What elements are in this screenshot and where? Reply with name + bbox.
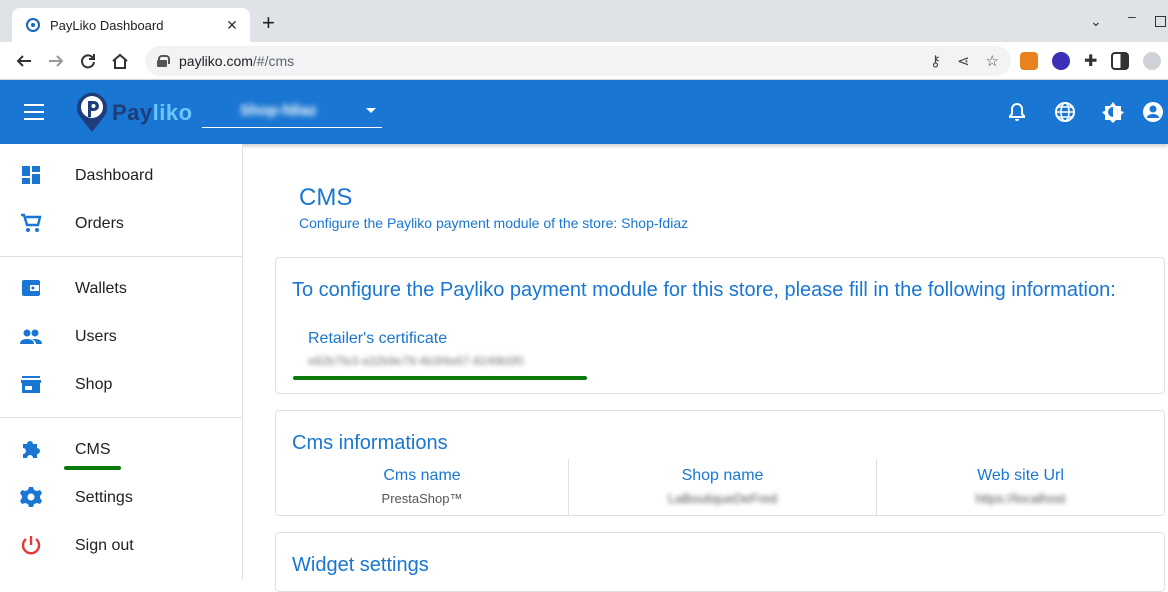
info-column-shop-name: Shop name LaBoutiqueDeFred xyxy=(569,459,876,515)
store-icon xyxy=(21,376,41,393)
profile-icon[interactable] xyxy=(1143,52,1162,70)
back-icon[interactable] xyxy=(12,49,36,73)
lock-icon xyxy=(157,55,170,67)
info-column-header: Cms name xyxy=(383,467,461,484)
favicon-icon xyxy=(26,18,40,32)
url-text: payliko.com/#/cms xyxy=(179,53,295,69)
home-icon[interactable] xyxy=(108,49,132,73)
sidebar-divider xyxy=(0,256,242,257)
widget-settings-card: Widget settings xyxy=(275,532,1165,592)
main-content: CMS Configure the Payliko payment module… xyxy=(243,144,1168,592)
certificate-underline-marker xyxy=(293,376,587,380)
sidebar-item-label: Shop xyxy=(75,376,113,393)
sidebar: Dashboard Orders Wallets Users Shop CMS … xyxy=(0,144,243,580)
sidebar-item-dashboard[interactable]: Dashboard xyxy=(0,152,242,200)
forward-icon[interactable] xyxy=(44,49,68,73)
window-minimize-icon[interactable]: – xyxy=(1128,8,1136,24)
sidebar-item-shop[interactable]: Shop xyxy=(0,361,242,409)
sidebar-item-label: CMS xyxy=(75,441,111,458)
caret-down-icon xyxy=(366,108,376,113)
bell-icon[interactable] xyxy=(1006,101,1028,123)
sidebar-item-orders[interactable]: Orders xyxy=(0,200,242,248)
info-column-cms-name: Cms name PrestaShop™ xyxy=(276,459,568,515)
metamask-extension-icon[interactable] xyxy=(1020,52,1038,70)
info-column-value: LaBoutiqueDeFred xyxy=(667,491,778,506)
dashboard-icon xyxy=(22,166,40,184)
sidebar-item-users[interactable]: Users xyxy=(0,313,242,361)
account-icon[interactable] xyxy=(1142,101,1164,123)
sidebar-item-sign-out[interactable]: Sign out xyxy=(0,522,242,570)
certificate-label: Retailer's certificate xyxy=(308,330,448,347)
info-column-header: Shop name xyxy=(681,467,764,484)
certificate-field[interactable]: e82b7fe3-a32b9e79-4b3f4e67-8249b5f0 xyxy=(308,354,524,368)
users-icon xyxy=(20,329,42,344)
globe-icon[interactable] xyxy=(1054,101,1076,123)
cms-info-title: Cms informations xyxy=(292,432,448,454)
page-subtitle: Configure the Payliko payment module of … xyxy=(299,215,689,231)
sidepanel-icon[interactable] xyxy=(1111,52,1130,70)
gear-icon xyxy=(20,487,42,507)
reload-icon[interactable] xyxy=(76,49,100,73)
info-column-website-url: Web site Url https://localhost xyxy=(877,459,1164,515)
tab-search-chevron-icon[interactable]: ⌄ xyxy=(1090,13,1102,30)
info-column-value: https://localhost xyxy=(975,491,1066,506)
config-card-title: To configure the Payliko payment module … xyxy=(292,279,1116,301)
wallet-icon xyxy=(22,280,40,296)
puzzle-icon xyxy=(23,441,40,458)
window-maximize-icon[interactable] xyxy=(1155,16,1166,27)
tab-title: PayLiko Dashboard xyxy=(50,17,164,33)
sidebar-divider xyxy=(0,417,242,418)
browser-tabstrip: PayLiko Dashboard ✕ + ⌄ – xyxy=(0,0,1168,42)
menu-icon[interactable] xyxy=(24,104,44,120)
sidebar-item-label: Sign out xyxy=(75,537,134,554)
sidebar-item-label: Dashboard xyxy=(75,167,154,184)
info-column-value: PrestaShop™ xyxy=(381,491,463,506)
key-icon[interactable]: ⚷ xyxy=(930,52,941,70)
power-icon xyxy=(21,536,41,555)
puzzle-extensions-icon[interactable]: ✚ xyxy=(1084,51,1097,71)
cms-info-card: Cms informations Cms name PrestaShop™ Sh… xyxy=(275,410,1165,516)
payliko-logo[interactable]: Payliko xyxy=(74,90,204,134)
share-icon[interactable]: ⋖ xyxy=(957,52,970,70)
cms-underline-marker xyxy=(64,466,121,470)
browser-toolbar: payliko.com/#/cms ⚷ ⋖ ☆ ✚ xyxy=(0,42,1168,80)
theme-brightness-icon[interactable] xyxy=(1102,101,1124,123)
sidebar-item-label: Wallets xyxy=(75,280,127,297)
sidebar-item-cms[interactable]: CMS xyxy=(0,426,242,474)
sidebar-item-settings[interactable]: Settings xyxy=(0,474,242,522)
sidebar-item-label: Settings xyxy=(75,489,133,506)
config-card: To configure the Payliko payment module … xyxy=(275,257,1165,394)
browser-tab[interactable]: PayLiko Dashboard ✕ xyxy=(12,8,250,42)
extension-icon[interactable] xyxy=(1052,52,1070,70)
info-column-header: Web site Url xyxy=(977,467,1064,484)
app-header: Payliko Shop-fdiaz xyxy=(0,80,1168,144)
star-icon[interactable]: ☆ xyxy=(986,52,999,70)
address-bar[interactable]: payliko.com/#/cms ⚷ ⋖ ☆ xyxy=(145,46,1011,76)
tab-close-icon[interactable]: ✕ xyxy=(224,17,240,34)
shop-select[interactable]: Shop-fdiaz xyxy=(202,94,382,128)
new-tab-icon[interactable]: + xyxy=(262,12,275,34)
sidebar-item-label: Users xyxy=(75,328,117,345)
sidebar-item-wallets[interactable]: Wallets xyxy=(0,265,242,313)
sidebar-item-label: Orders xyxy=(75,215,124,232)
widget-settings-title: Widget settings xyxy=(292,554,429,576)
shop-select-value: Shop-fdiaz xyxy=(240,102,317,119)
cart-icon xyxy=(21,213,42,232)
page-title: CMS xyxy=(299,184,353,211)
